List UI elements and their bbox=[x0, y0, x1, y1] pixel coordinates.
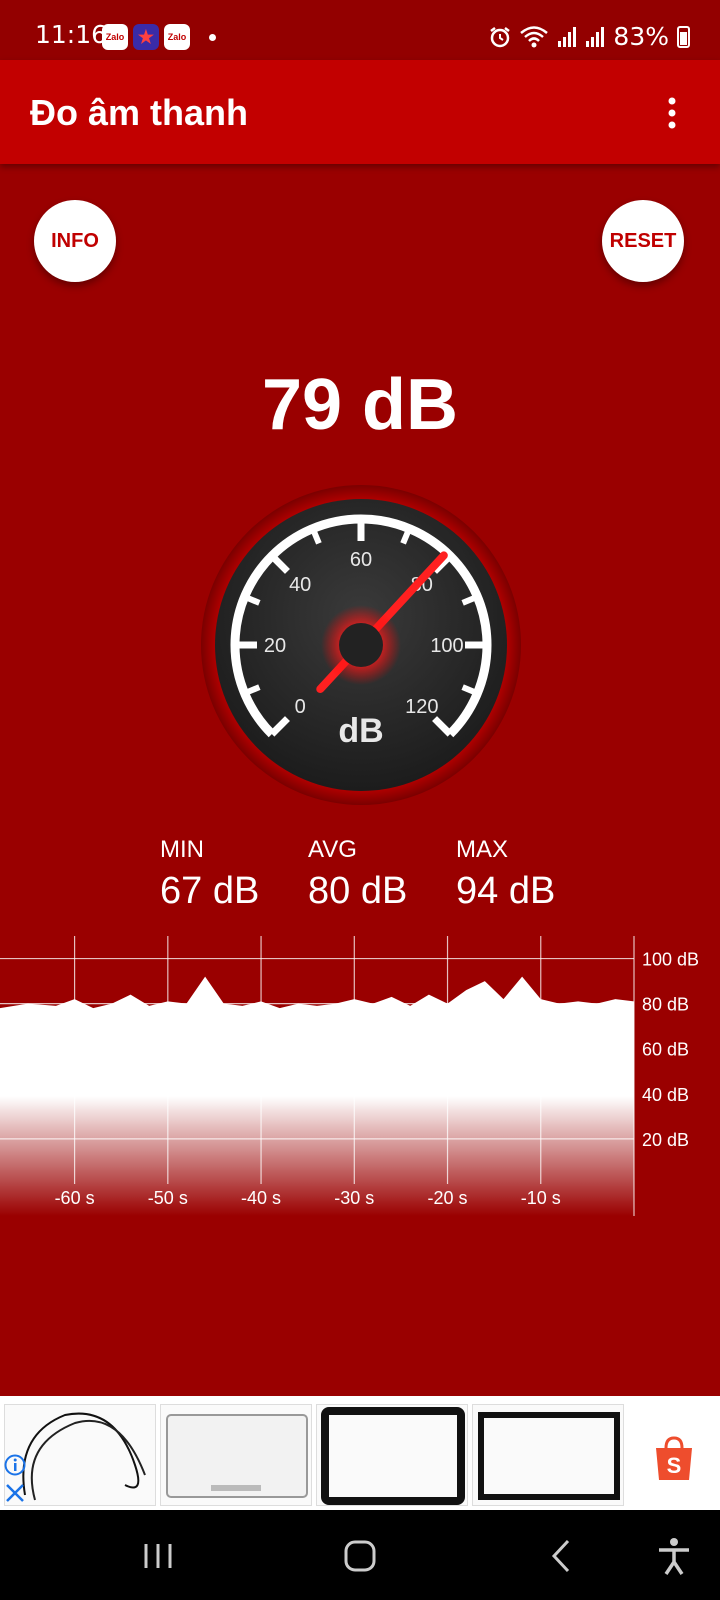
sound-history-chart: 100 dB 80 dB 60 dB 40 dB 20 dB -60 s -50 s -40 … bbox=[0, 936, 699, 1216]
app-title: Đo âm thanh bbox=[30, 92, 249, 133]
notification-dot bbox=[209, 33, 216, 41]
gauge-label: 60 bbox=[350, 549, 372, 571]
recent-apps-icon[interactable] bbox=[138, 1536, 178, 1576]
laptop-screen-product-image[interactable] bbox=[160, 1404, 312, 1506]
stats-panel: MIN 67 dB AVG 80 dB MAX 94 dB bbox=[160, 836, 604, 913]
signal-icon bbox=[586, 26, 605, 47]
gauge-label: 100 bbox=[430, 635, 463, 657]
reset-button[interactable]: RESET bbox=[602, 200, 684, 282]
gauge-label: 20 bbox=[264, 635, 286, 657]
min-value: 67 dB bbox=[160, 870, 260, 912]
chart-y-label: 80 dB bbox=[642, 995, 689, 1015]
signal-icon bbox=[558, 26, 577, 47]
status-right: 83% bbox=[489, 22, 690, 51]
ad-banner[interactable]: S bbox=[0, 1396, 720, 1510]
chart-y-label: 100 dB bbox=[642, 950, 699, 970]
shopping-bag-icon[interactable]: S bbox=[652, 1436, 696, 1482]
notification-icons: Zalo ★ Zalo bbox=[102, 24, 216, 50]
sound-level-gauge: 020406080100120 dB bbox=[201, 485, 521, 805]
svg-text:S: S bbox=[667, 1453, 682, 1478]
gauge-label: 40 bbox=[289, 574, 311, 596]
accessibility-icon[interactable] bbox=[654, 1536, 694, 1576]
zalo-icon: Zalo bbox=[102, 24, 128, 50]
stat-max: MAX 94 dB bbox=[456, 836, 604, 913]
home-icon[interactable] bbox=[340, 1536, 380, 1576]
status-time: 11:16 bbox=[35, 20, 108, 49]
cable-product-image[interactable] bbox=[4, 1404, 156, 1506]
avg-label: AVG bbox=[308, 836, 357, 863]
star-app-icon: ★ bbox=[133, 24, 159, 50]
gauge-label: 120 bbox=[405, 696, 438, 718]
laptop-bezel-product-image[interactable] bbox=[472, 1404, 624, 1506]
chart-y-label: 20 dB bbox=[642, 1130, 689, 1150]
chart-x-label: -50 s bbox=[148, 1188, 188, 1208]
alarm-icon bbox=[490, 26, 511, 47]
battery-percent: 83% bbox=[613, 22, 669, 51]
avg-value: 80 dB bbox=[308, 870, 408, 912]
chart-x-label: -20 s bbox=[428, 1188, 468, 1208]
chart-y-label: 60 dB bbox=[642, 1040, 689, 1060]
chart-x-label: -60 s bbox=[55, 1188, 95, 1208]
back-icon[interactable] bbox=[542, 1536, 582, 1576]
chart-x-label: -30 s bbox=[334, 1188, 374, 1208]
chart-y-label: 40 dB bbox=[642, 1085, 689, 1105]
zalo-icon: Zalo bbox=[164, 24, 190, 50]
stat-avg: AVG 80 dB bbox=[308, 836, 456, 913]
wifi-icon bbox=[520, 25, 549, 47]
gauge-unit: dB bbox=[338, 712, 383, 750]
ad-info-icon[interactable] bbox=[4, 1454, 26, 1476]
max-value: 94 dB bbox=[456, 870, 556, 912]
more-vertical-icon[interactable] bbox=[664, 96, 680, 130]
app-bar: Đo âm thanh bbox=[0, 60, 720, 164]
system-nav-bar bbox=[0, 1510, 720, 1600]
chart-x-label: -40 s bbox=[241, 1188, 281, 1208]
gauge-label: 0 bbox=[295, 696, 306, 718]
chart-x-label: -10 s bbox=[521, 1188, 561, 1208]
min-label: MIN bbox=[160, 836, 204, 863]
gauge-hub bbox=[339, 623, 383, 667]
max-label: MAX bbox=[456, 836, 509, 863]
current-db-reading: 79 dB bbox=[261, 365, 459, 445]
stat-min: MIN 67 dB bbox=[160, 836, 308, 913]
ad-close-icon[interactable] bbox=[4, 1482, 26, 1504]
battery-icon bbox=[677, 25, 690, 48]
laptop-bezel-product-image[interactable] bbox=[316, 1404, 468, 1506]
info-button[interactable]: INFO bbox=[34, 200, 116, 282]
chart-area-series bbox=[0, 976, 634, 1216]
status-bar: 11:16 Zalo ★ Zalo 83% bbox=[0, 0, 720, 60]
